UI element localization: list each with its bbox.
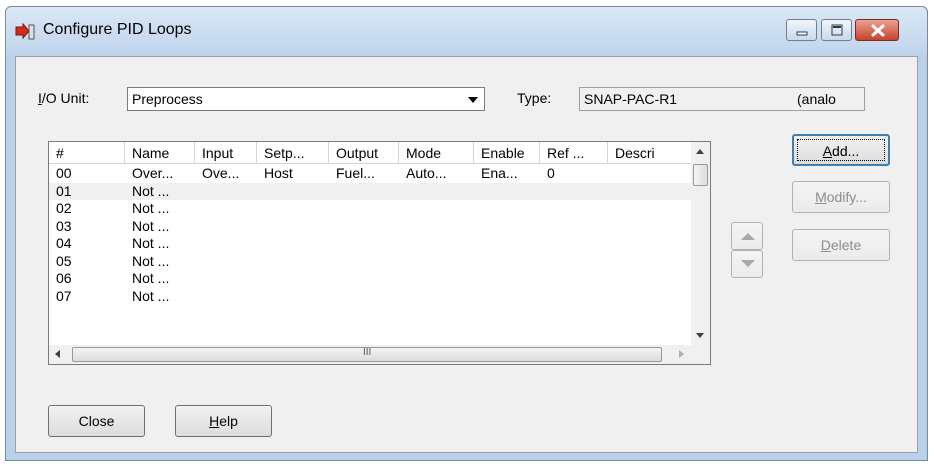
maximize-icon [831,24,843,36]
chevron-down-icon[interactable] [468,97,478,103]
focus-rect [797,139,885,161]
cell-name: Not ... [132,200,170,216]
horizontal-scroll-thumb[interactable]: III [72,347,662,362]
cell-number: 06 [56,270,72,286]
cell-number: 07 [56,287,72,304]
column-header-enable[interactable]: Enable [474,142,540,164]
cell-name: Not ... [132,217,170,234]
cell-name: Over... [132,165,174,181]
cell-number: 03 [56,217,72,234]
minimize-button[interactable] [786,19,817,41]
cell-name: Not ... [132,235,170,251]
scroll-grip-icon: III [363,347,372,358]
type-value-suffix: (analo [797,91,836,107]
cell-setpoint: Host [264,165,293,181]
table-header: # Name Input Setp... Output Mode Enable … [49,142,691,164]
close-window-button[interactable] [855,19,899,41]
cell-input: Ove... [202,165,240,181]
io-unit-dropdown[interactable]: Preprocess [127,87,485,111]
help-button[interactable]: Help [175,405,272,437]
table-row[interactable]: 01 Not ... [49,182,691,200]
scroll-right-icon[interactable] [679,350,684,358]
cell-output: Fuel... [336,165,375,181]
cell-mode: Auto... [406,165,447,181]
cell-ref: 0 [547,165,555,181]
column-header-ref[interactable]: Ref ... [540,142,608,164]
cell-name: Not ... [132,270,170,286]
cell-number: 01 [56,182,72,199]
pid-loops-table[interactable]: # Name Input Setp... Output Mode Enable … [48,141,711,365]
pid-loop-icon [15,22,35,40]
type-field: SNAP-PAC-R1 (analo [579,87,865,111]
modify-button[interactable]: Modify... [792,181,890,213]
type-label: Type: [517,90,552,106]
column-header-setpoint[interactable]: Setp... [257,142,329,164]
move-down-button[interactable] [731,250,763,278]
column-header-input[interactable]: Input [195,142,257,164]
column-header-mode[interactable]: Mode [399,142,474,164]
dialog-window: Configure PID Loops I/O Unit: Preprocess… [5,6,928,461]
arrow-up-icon [741,233,755,240]
minimize-icon [796,31,808,36]
delete-button[interactable]: Delete [792,229,890,261]
horizontal-scrollbar[interactable]: III [49,345,691,364]
dialog-client-area: I/O Unit: Preprocess Type: SNAP-PAC-R1 (… [15,56,918,453]
cell-description [608,165,691,183]
column-header-name[interactable]: Name [125,142,195,164]
cell-name: Not ... [132,287,170,304]
column-header-description[interactable]: Descri [608,142,691,164]
io-unit-value: Preprocess [132,91,203,107]
cell-enable: Ena... [481,165,518,181]
table-row[interactable]: 00 Over... Ove... Host Fuel... Auto... E… [49,165,691,183]
cell-number: 05 [56,252,72,269]
close-icon [871,24,885,37]
column-header-number[interactable]: # [49,142,125,164]
table-body: 00 Over... Ove... Host Fuel... Auto... E… [49,165,691,305]
table-row[interactable]: 04 Not ... [49,235,691,253]
cell-number: 00 [56,165,72,181]
cell-number: 04 [56,235,72,251]
io-unit-label: I/O Unit: [38,90,90,106]
type-value: SNAP-PAC-R1 [584,91,678,107]
table-row[interactable]: 06 Not ... [49,270,691,288]
arrow-down-icon [741,260,755,267]
table-row[interactable]: 02 Not ... [49,200,691,218]
title-bar[interactable]: Configure PID Loops [6,7,927,55]
table-row[interactable]: 07 Not ... [49,288,691,306]
scroll-up-icon[interactable] [696,149,704,154]
table-row[interactable]: 05 Not ... [49,253,691,271]
table-row[interactable]: 03 Not ... [49,218,691,236]
column-header-output[interactable]: Output [329,142,399,164]
vertical-scrollbar[interactable] [691,142,710,345]
vertical-scroll-thumb[interactable] [693,164,708,186]
cell-number: 02 [56,200,72,216]
maximize-button[interactable] [821,19,852,41]
scroll-left-icon[interactable] [55,350,60,358]
cell-name: Not ... [132,252,170,269]
window-title: Configure PID Loops [43,21,192,38]
cell-name: Not ... [132,182,170,199]
move-up-button[interactable] [731,222,763,250]
add-button[interactable]: Add... [792,134,890,166]
close-button[interactable]: Close [48,405,145,437]
scroll-down-icon[interactable] [696,333,704,338]
scroll-corner [691,345,710,364]
